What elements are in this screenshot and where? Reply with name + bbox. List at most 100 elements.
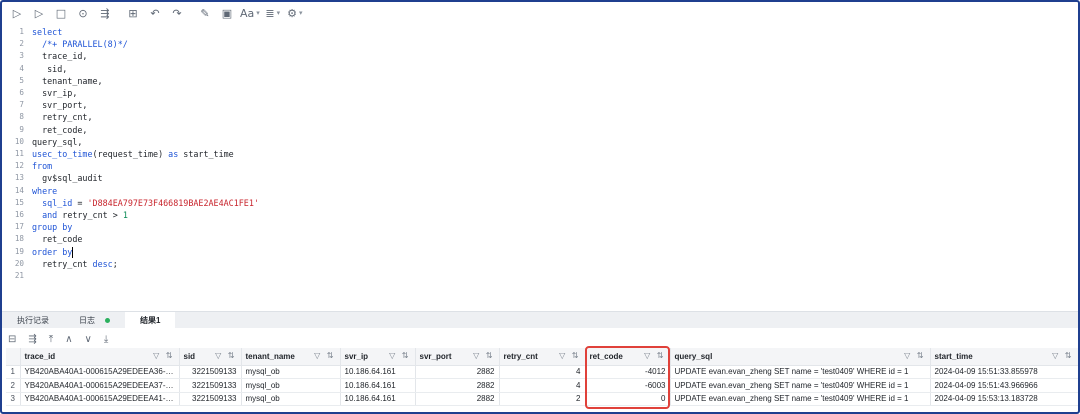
plan-icon[interactable]: ⇶ <box>96 4 114 22</box>
column-header-svr-ip[interactable]: svr_ip ▽ ⇅ <box>340 348 416 366</box>
code-line: 14 where <box>14 185 58 196</box>
cell-svr-port[interactable]: 2882 <box>415 378 500 393</box>
cell-trace-id[interactable]: YB420ABA40A1-000615A29EDEEA41-0... <box>20 392 180 406</box>
code-editor[interactable]: 1 select 2 /*+ PARALLEL(8)*/ 3 trace_id, … <box>2 26 1078 308</box>
code-line: 5 tenant_name, <box>19 75 103 86</box>
filter-sort-icon[interactable]: ▽ ⇅ <box>314 351 335 360</box>
column-header-query-sql[interactable]: query_sql ▽ ⇅ <box>670 348 931 366</box>
cell-ret-code[interactable]: -4012 <box>585 365 671 379</box>
code-line: 6 svr_ip, <box>19 88 78 98</box>
code-line: 13 gv$sql_audit <box>14 173 103 184</box>
code-line: 17 group by <box>14 222 73 233</box>
plan-icon[interactable]: ⇶ <box>28 334 36 345</box>
row-number: 1 <box>6 365 21 379</box>
code-line: 8 retry_cnt, <box>19 112 93 123</box>
cell-svr-port[interactable]: 2882 <box>415 392 500 406</box>
code-line: 4 sid, <box>19 63 68 74</box>
code-line: 20 retry_cnt desc; <box>14 258 118 269</box>
collapse-icon[interactable]: ⊟ <box>8 334 16 345</box>
code-line: 10 query_sql, <box>14 136 83 147</box>
status-dot-icon <box>105 317 110 323</box>
editor-toolbar: ▷ ▷ □ ⊙ ⇶ ⊞ ↶ ↷ ✎ ▣ Aa ▾ ≣ ▾ ⚙ ▾ <box>2 2 1078 24</box>
column-header-trace-id[interactable]: trace_id ▽ ⇅ <box>20 348 180 366</box>
tab-execution-history[interactable]: 执行记录 <box>2 312 64 328</box>
cell-svr-ip[interactable]: 10.186.64.161 <box>340 378 416 393</box>
column-header-svr-port[interactable]: svr_port ▽ ⇅ <box>415 348 500 366</box>
run-icon[interactable]: ▷ <box>8 4 26 22</box>
format-icon[interactable]: ✎ <box>196 4 214 22</box>
column-header-start-time[interactable]: start_time ▽ ⇅ <box>930 348 1078 366</box>
cell-tenant-name[interactable]: mysql_ob <box>241 378 341 393</box>
cell-query-sql[interactable]: UPDATE evan.evan_zheng SET name = 'test0… <box>670 392 931 406</box>
prev-row-icon[interactable]: ∧ <box>65 334 72 345</box>
filter-sort-icon[interactable]: ▽ ⇅ <box>215 351 236 360</box>
cell-retry-cnt[interactable]: 2 <box>499 392 586 406</box>
code-line: 1 select <box>19 27 63 37</box>
cell-tenant-name[interactable]: mysql_ob <box>241 392 341 406</box>
font-case-button[interactable]: Aa ▾ <box>240 4 260 22</box>
undo-icon[interactable]: ↶ <box>146 4 164 22</box>
code-line: 16 and retry_cnt > 1 <box>14 210 128 220</box>
cell-sid[interactable]: 3221509133 <box>179 365 242 379</box>
table-row[interactable]: 3 YB420ABA40A1-000615A29EDEEA41-0... 322… <box>6 392 1078 406</box>
code-line: 7 svr_port, <box>19 100 88 111</box>
filter-sort-icon[interactable]: ▽ ⇅ <box>153 351 174 360</box>
filter-sort-icon[interactable]: ▽ ⇅ <box>644 351 665 360</box>
cell-start-time[interactable]: 2024-04-09 15:51:43.966966 <box>930 378 1078 393</box>
result-tabs: 执行记录 日志 结果1 <box>2 311 1078 328</box>
filter-sort-icon[interactable]: ▽ ⇅ <box>1052 351 1073 360</box>
code-line: 18 ret_code <box>14 234 83 245</box>
cell-start-time[interactable]: 2024-04-09 15:53:13.183728 <box>930 392 1078 406</box>
row-number-header <box>6 348 21 366</box>
run-current-icon[interactable]: ▷ <box>30 4 48 22</box>
cell-query-sql[interactable]: UPDATE evan.evan_zheng SET name = 'test0… <box>670 378 931 393</box>
tab-result-1[interactable]: 结果1 <box>125 312 176 328</box>
stop-icon[interactable]: □ <box>52 4 70 22</box>
cell-query-sql[interactable]: UPDATE evan.evan_zheng SET name = 'test0… <box>670 365 931 379</box>
cell-sid[interactable]: 3221509133 <box>179 392 242 406</box>
table-row[interactable]: 1 YB420ABA40A1-000615A29EDEEA36-0... 322… <box>6 365 1078 379</box>
filter-sort-icon[interactable]: ▽ ⇅ <box>559 351 580 360</box>
cell-svr-ip[interactable]: 10.186.64.161 <box>340 392 416 406</box>
filter-sort-icon[interactable]: ▽ ⇅ <box>473 351 494 360</box>
column-header-sid[interactable]: sid ▽ ⇅ <box>179 348 242 366</box>
cell-start-time[interactable]: 2024-04-09 15:51:33.855978 <box>930 365 1078 379</box>
code-line: 9 ret_code, <box>19 124 88 135</box>
tab-log[interactable]: 日志 <box>64 312 125 328</box>
cell-ret-code[interactable]: 0 <box>585 392 671 406</box>
grid-header-row: trace_id ▽ ⇅ sid ▽ ⇅ tenant_name ▽ ⇅ svr_ip… <box>6 348 1078 366</box>
cell-svr-port[interactable]: 2882 <box>415 365 500 379</box>
table-row[interactable]: 2 YB420ABA40A1-000615A29EDEEA37-0... 322… <box>6 378 1078 393</box>
column-header-tenant-name[interactable]: tenant_name ▽ ⇅ <box>241 348 341 366</box>
result-toolbar: ⊟ ⇶ ⤒ ∧ ∨ ⤓ <box>2 331 1078 347</box>
cell-sid[interactable]: 3221509133 <box>179 378 242 393</box>
cell-ret-code[interactable]: -6003 <box>585 378 671 393</box>
redo-icon[interactable]: ↷ <box>168 4 186 22</box>
last-row-icon[interactable]: ⤓ <box>104 334 108 345</box>
column-header-retry-cnt[interactable]: retry_cnt ▽ ⇅ <box>499 348 586 366</box>
cell-trace-id[interactable]: YB420ABA40A1-000615A29EDEEA36-0... <box>20 365 180 379</box>
text-cursor <box>72 246 74 258</box>
column-header-ret-code[interactable]: ret_code ▽ ⇅ <box>585 348 671 366</box>
filter-sort-icon[interactable]: ▽ ⇅ <box>904 351 925 360</box>
cell-trace-id[interactable]: YB420ABA40A1-000615A29EDEEA37-0... <box>20 378 180 393</box>
indent-icon[interactable]: ≣ ▾ <box>264 4 282 22</box>
code-line: 3 trace_id, <box>19 51 88 62</box>
first-row-icon[interactable]: ⤒ <box>49 334 53 345</box>
code-line: 19 order by <box>14 246 74 258</box>
settings-icon[interactable]: ⚙ ▾ <box>286 4 304 22</box>
cell-tenant-name[interactable]: mysql_ob <box>241 365 341 379</box>
code-line: 15 sql_id = 'D884EA797E73F466819BAE2AE4A… <box>14 197 259 208</box>
filter-sort-icon[interactable]: ▽ ⇅ <box>389 351 410 360</box>
history-icon[interactable]: ⊙ <box>74 4 92 22</box>
row-number: 3 <box>6 392 21 406</box>
find-icon[interactable]: ⊞ <box>124 4 142 22</box>
cell-retry-cnt[interactable]: 4 <box>499 378 586 393</box>
result-grid: trace_id ▽ ⇅ sid ▽ ⇅ tenant_name ▽ ⇅ svr_ip… <box>6 348 1078 406</box>
code-line: 11 usec_to_time(request_time) as start_ti… <box>14 149 234 159</box>
next-row-icon[interactable]: ∨ <box>85 334 92 345</box>
cell-svr-ip[interactable]: 10.186.64.161 <box>340 365 416 379</box>
snippet-icon[interactable]: ▣ <box>218 4 236 22</box>
cell-retry-cnt[interactable]: 4 <box>499 365 586 379</box>
code-line: 2 /*+ PARALLEL(8)*/ <box>19 39 128 50</box>
